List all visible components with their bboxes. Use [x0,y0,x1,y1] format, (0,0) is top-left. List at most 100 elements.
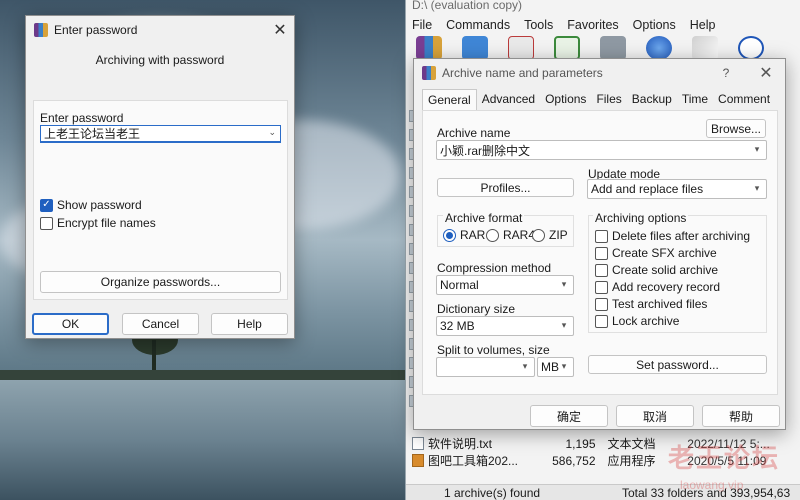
archive-name-value: 小颖.rar删除中文 [440,143,531,158]
tab-general[interactable]: General [422,89,477,111]
show-password-label: Show password [57,198,142,212]
tab-backup[interactable]: Backup [627,89,677,111]
text-file-icon [412,437,424,450]
password-panel: Enter password 上老王论坛当老王 ⌄ ✓ Show passwor… [33,100,288,300]
cancel-button[interactable]: Cancel [122,313,199,335]
browse-button[interactable]: Browse... [706,119,766,138]
format-rar4-label: RAR4 [503,228,536,242]
tab-files[interactable]: Files [591,89,626,111]
tab-comment[interactable]: Comment [713,89,775,111]
file-name: 图吧工具箱202... [427,454,518,468]
organize-passwords-button[interactable]: Organize passwords... [40,271,281,293]
menu-tools[interactable]: Tools [524,18,553,32]
checkmark-icon: ✓ [40,198,53,212]
wallpaper-shore [0,370,410,380]
chevron-down-icon[interactable]: ▾ [752,144,762,154]
tab-bar: General Advanced Options Files Backup Ti… [422,89,775,111]
compression-method-label: Compression method [437,261,552,275]
format-zip-radio[interactable]: ZIP [532,228,568,242]
file-manager-titlebar: D:\ (evaluation copy) [412,0,522,12]
format-rar-label: RAR [460,228,486,242]
delete-icon[interactable] [600,36,626,60]
view-icon[interactable] [554,36,580,60]
info-icon[interactable] [738,36,764,60]
find-icon[interactable] [646,36,672,60]
tab-advanced[interactable]: Advanced [477,89,540,111]
file-name: 软件说明.txt [427,437,492,451]
menu-bar: File Commands Tools Favorites Options He… [412,18,715,32]
test-archived-files-checkbox[interactable]: Test archived files [595,297,707,311]
help-button[interactable]: 帮助 [702,405,780,427]
status-archives-found: 1 archive(s) found [444,485,541,500]
delete-after-archiving-checkbox[interactable]: Delete files after archiving [595,229,750,243]
watermark: 老王论坛 [668,443,781,473]
enter-password-label: Enter password [40,111,124,125]
add-recovery-record-checkbox[interactable]: Add recovery record [595,280,720,294]
tab-time[interactable]: Time [677,89,713,111]
menu-favorites[interactable]: Favorites [567,18,618,32]
test-icon[interactable] [508,36,534,60]
dictionary-size-select[interactable]: 32 MB ▾ [436,316,574,336]
watermark-url: laowang.vip [680,478,744,492]
chevron-down-icon[interactable]: ▾ [520,361,530,371]
chevron-down-icon: ▾ [754,183,760,193]
help-icon[interactable]: ? [712,61,740,85]
split-unit-select[interactable]: MB ▾ [537,357,574,377]
wizard-icon[interactable] [692,36,718,60]
chevron-down-icon: ▾ [561,279,567,289]
application-file-icon [412,454,424,467]
menu-file[interactable]: File [412,18,432,32]
encrypt-file-names-label: Encrypt file names [57,216,156,230]
split-volumes-input[interactable]: ▾ [436,357,535,377]
delete-after-archiving-label: Delete files after archiving [612,229,751,243]
menu-commands[interactable]: Commands [446,18,510,32]
close-icon[interactable]: ✕ [266,18,294,42]
close-icon[interactable]: ✕ [752,61,780,85]
password-input-value: 上老王论坛当老王 [44,127,141,141]
add-icon[interactable] [416,36,442,60]
create-solid-checkbox[interactable]: Create solid archive [595,263,718,277]
test-archived-files-label: Test archived files [612,297,708,311]
chevron-down-icon[interactable]: ⌄ [268,127,276,138]
profiles-button[interactable]: Profiles... [437,178,574,197]
set-password-button[interactable]: Set password... [588,355,767,374]
archiving-options-label: Archiving options [593,211,689,225]
general-tab-panel: Archive name Browse... 小颖.rar删除中文 ▾ Prof… [422,110,778,395]
password-dialog-title: Enter password [54,23,138,37]
format-rar-radio[interactable]: RAR [443,228,485,242]
archive-name-input[interactable]: 小颖.rar删除中文 ▾ [436,140,767,160]
format-rar4-radio[interactable]: RAR4 [486,228,535,242]
ok-button[interactable]: OK [32,313,109,335]
wallpaper-tree-trunk [152,340,156,370]
cancel-button[interactable]: 取消 [616,405,694,427]
dictionary-size-value: 32 MB [440,319,475,333]
encrypt-file-names-checkbox[interactable]: Encrypt file names [40,216,156,230]
lock-archive-checkbox[interactable]: Lock archive [595,314,679,328]
update-mode-value: Add and replace files [591,182,704,196]
ok-button[interactable]: 确定 [530,405,608,427]
winrar-icon [422,66,436,80]
help-button[interactable]: Help [211,313,288,335]
create-solid-label: Create solid archive [612,263,719,277]
file-size: 586,752 [552,453,596,468]
extract-icon[interactable] [462,36,488,60]
compression-method-select[interactable]: Normal ▾ [436,275,574,295]
chevron-down-icon: ▾ [561,320,567,330]
format-zip-label: ZIP [549,228,568,242]
menu-options[interactable]: Options [633,18,676,32]
create-sfx-checkbox[interactable]: Create SFX archive [595,246,717,260]
password-dialog-subtitle: Archiving with password [95,53,225,67]
tab-options[interactable]: Options [540,89,591,111]
password-dialog-titlebar: Enter password [26,16,294,44]
update-mode-select[interactable]: Add and replace files ▾ [587,179,767,199]
show-password-checkbox[interactable]: ✓ Show password [40,198,142,212]
dictionary-size-label: Dictionary size [437,302,516,316]
archive-format-label: Archive format [443,211,525,225]
password-input[interactable]: 上老王论坛当老王 ⌄ [40,125,281,143]
split-volumes-label: Split to volumes, size [437,343,550,357]
file-size: 1,195 [565,436,596,451]
archive-dialog-title: Archive name and parameters [442,66,603,80]
menu-help[interactable]: Help [690,18,716,32]
enter-password-dialog: Enter password ✕ Archiving with password… [25,15,295,339]
add-recovery-record-label: Add recovery record [612,280,721,294]
